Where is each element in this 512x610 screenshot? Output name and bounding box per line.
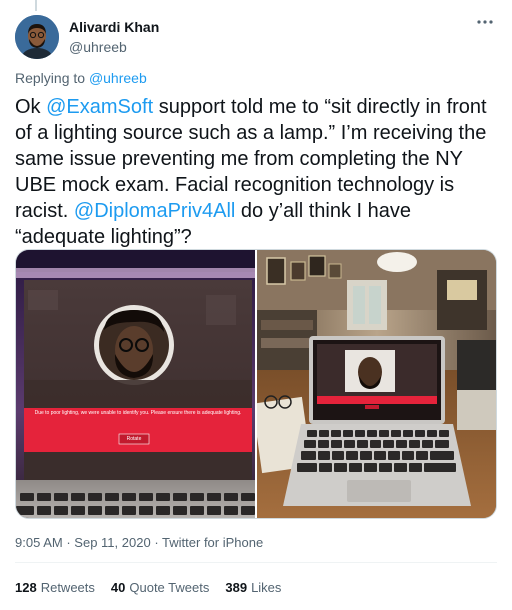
meta-separator: · <box>154 535 159 550</box>
media-photo-room-laptop[interactable] <box>256 250 496 518</box>
author-display-name[interactable]: Alivardi Khan <box>69 18 159 36</box>
media-grid: Due to poor lighting, we were unable to … <box>15 249 497 519</box>
meta-separator: · <box>66 535 71 550</box>
author-handle[interactable]: @uhreeb <box>69 38 159 56</box>
rotate-button-label: Rotate <box>126 436 142 442</box>
likes-stat[interactable]: 389 Likes <box>225 580 281 595</box>
mention-link-diplomapriv4all[interactable]: @DiplomaPriv4All <box>74 200 235 222</box>
mention-link-examsoft[interactable]: @ExamSoft <box>46 96 153 118</box>
retweets-stat[interactable]: 128 Retweets <box>15 580 95 595</box>
replying-to: Replying to @uhreeb <box>15 70 147 86</box>
thread-connector-line <box>35 0 37 11</box>
quote-tweets-count: 40 <box>110 580 126 595</box>
replying-to-mention[interactable]: @uhreeb <box>89 70 147 86</box>
media-photo-laptop-screen[interactable]: Due to poor lighting, we were unable to … <box>16 250 255 518</box>
tweet-text-part: Ok <box>15 96 47 118</box>
tweet-meta: 9:05 AM · Sep 11, 2020 · Twitter for iPh… <box>15 535 263 550</box>
retweets-count: 128 <box>15 580 37 595</box>
tweet-header: Alivardi Khan @uhreeb <box>15 15 497 59</box>
replying-to-label: Replying to <box>15 70 86 86</box>
retweets-label: Retweets <box>40 580 95 595</box>
quote-tweets-stat[interactable]: 40 Quote Tweets <box>111 580 209 595</box>
avatar[interactable] <box>15 15 59 59</box>
poor-lighting-warning: Due to poor lighting, we were unable to … <box>34 410 242 416</box>
tweet-source[interactable]: Twitter for iPhone <box>162 535 263 550</box>
ellipsis-icon[interactable] <box>475 15 495 35</box>
tweet-text: Ok @ExamSoft support told me to “sit dir… <box>15 94 499 250</box>
stats-divider <box>15 562 497 563</box>
likes-label: Likes <box>251 580 282 595</box>
engagement-stats: 128 Retweets 40 Quote Tweets 389 Likes <box>15 580 297 595</box>
tweet-time[interactable]: 9:05 AM <box>15 535 63 550</box>
tweet-date[interactable]: Sep 11, 2020 <box>74 535 150 550</box>
likes-count: 389 <box>225 580 248 595</box>
quote-tweets-label: Quote Tweets <box>129 580 210 595</box>
